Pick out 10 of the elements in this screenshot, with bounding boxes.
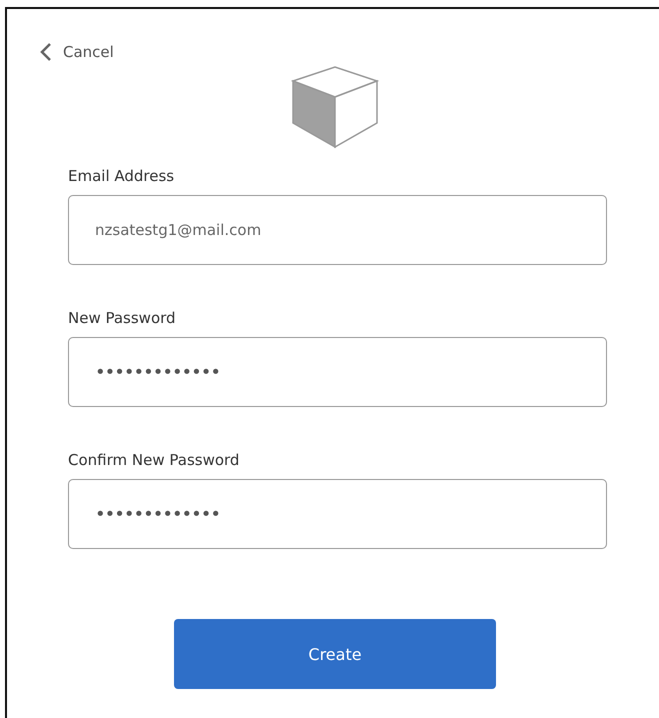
password-field[interactable]: ••••••••••••• bbox=[68, 479, 607, 549]
cancel-link[interactable]: Cancel bbox=[39, 42, 114, 62]
create-button[interactable]: Create bbox=[174, 619, 496, 689]
password-field[interactable]: ••••••••••••• bbox=[68, 337, 607, 407]
field-label: New Password bbox=[68, 309, 177, 327]
email-field[interactable]: nzsatestg1@mail.com bbox=[68, 195, 607, 265]
field-label: Confirm New Password bbox=[68, 451, 240, 469]
chevron-left-icon bbox=[39, 42, 53, 62]
cube-icon bbox=[291, 65, 379, 149]
field-label: Email Address bbox=[68, 167, 176, 185]
